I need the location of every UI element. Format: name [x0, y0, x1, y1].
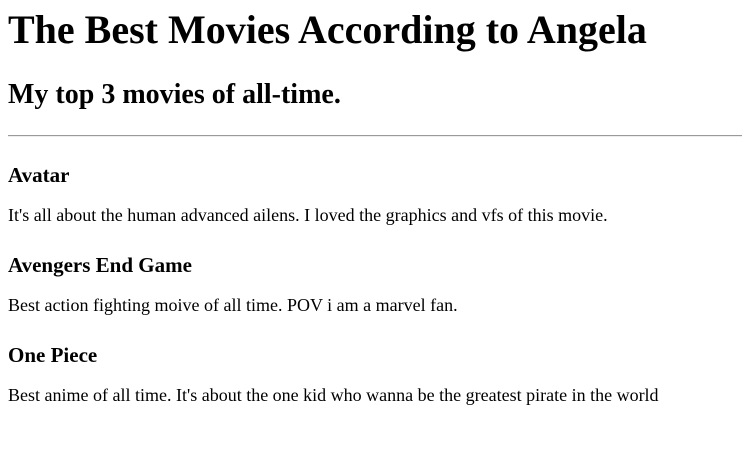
page-subtitle: My top 3 movies of all-time.: [8, 79, 341, 110]
movie-title: One Piece: [8, 343, 98, 367]
movie-description: It's all about the human advanced ailens…: [8, 205, 608, 225]
movie-item-one-piece: One Piece Best anime of all time. It's a…: [8, 341, 742, 407]
movie-item-avatar: Avatar It's all about the human advanced…: [8, 161, 742, 227]
divider: [8, 135, 742, 137]
movie-title: Avengers End Game: [8, 253, 192, 277]
page-title: The Best Movies According to Angela: [8, 7, 647, 52]
movie-list: Avatar It's all about the human advanced…: [8, 161, 742, 407]
page-content: The Best Movies According to Angela My t…: [0, 7, 750, 407]
movie-description: Best anime of all time. It's about the o…: [8, 385, 659, 405]
movie-description: Best action fighting moive of all time. …: [8, 295, 458, 315]
movie-item-avengers-end-game: Avengers End Game Best action fighting m…: [8, 251, 742, 317]
movie-title: Avatar: [8, 163, 70, 187]
